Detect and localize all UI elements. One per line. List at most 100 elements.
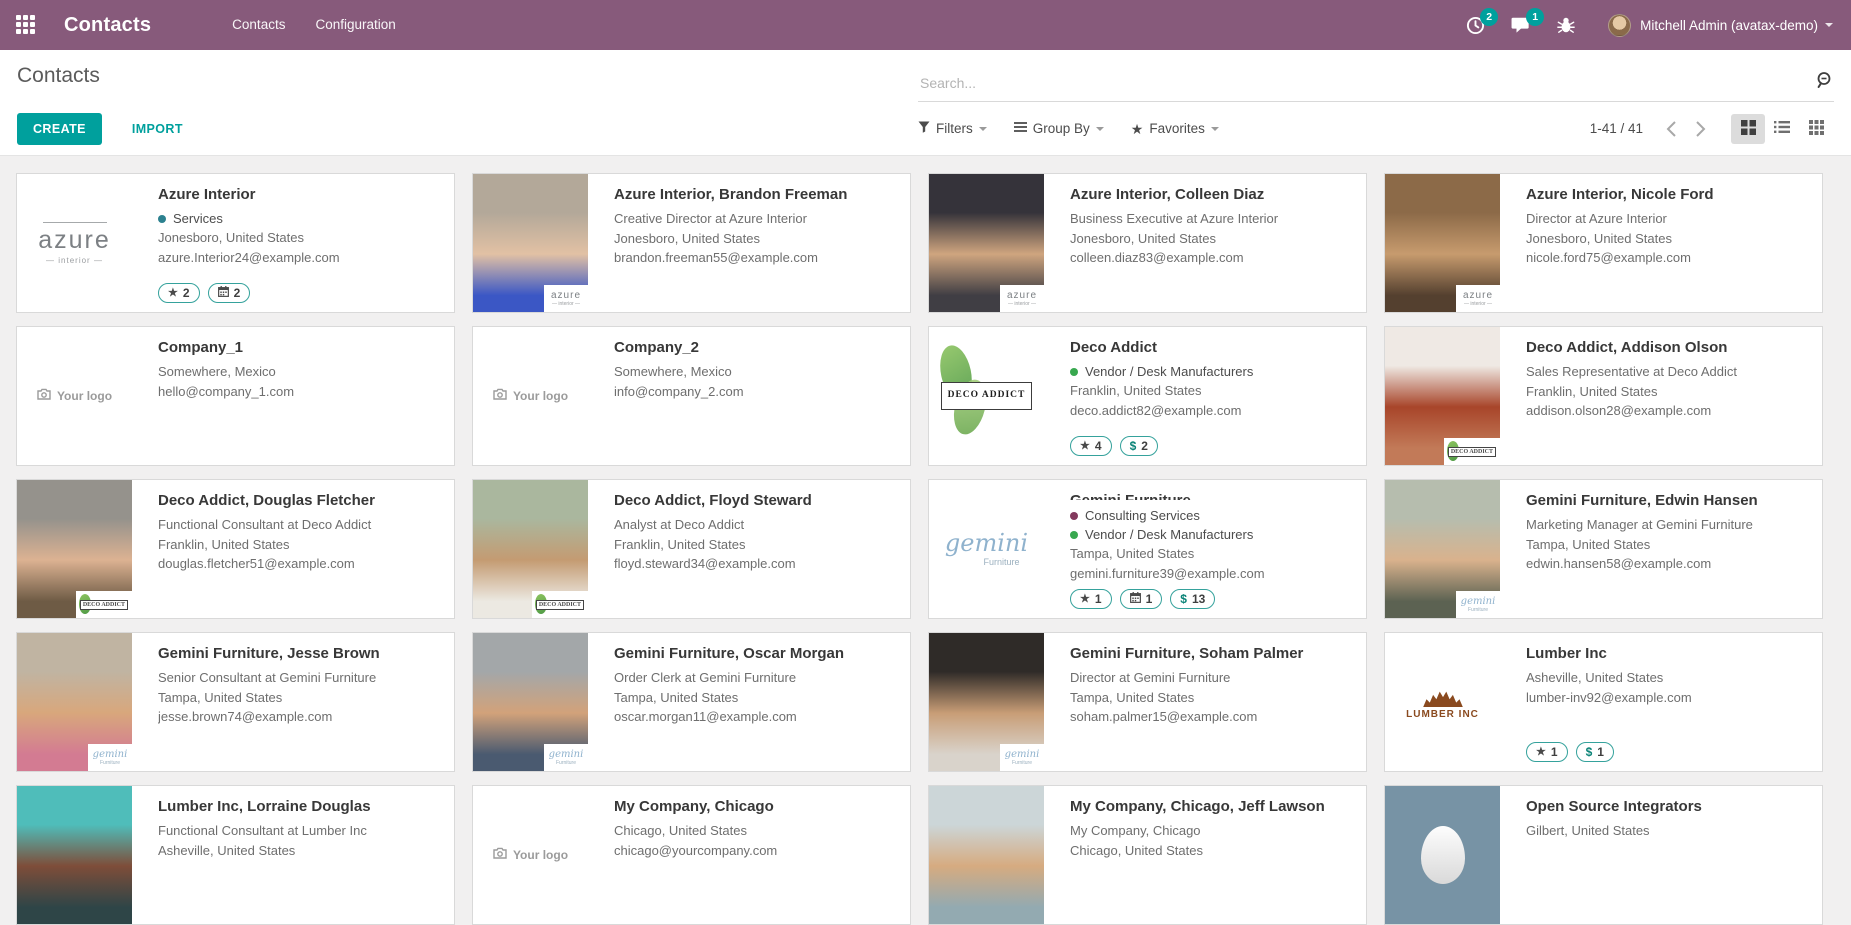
company-logo-overlay: azure— interior — <box>1456 285 1500 312</box>
contact-card[interactable]: Your logo My Company, Chicago Chicago, U… <box>472 785 911 925</box>
kanban-grid: azure— interior — Azure Interior Service… <box>16 173 1851 925</box>
search-input[interactable] <box>918 75 1814 91</box>
contact-details: Asheville, United Stateslumber-inv92@exa… <box>1526 668 1808 707</box>
contact-card[interactable]: Lumber Inc, Lorraine Douglas Functional … <box>16 785 455 925</box>
meeting-count-badge[interactable]: 1 <box>1120 589 1163 609</box>
contact-name[interactable]: Company_2 <box>614 339 896 356</box>
contact-card[interactable]: geminiFurniture Gemini Furniture Consult… <box>928 479 1367 619</box>
contact-card[interactable]: DECO ADDICT Deco Addict, Addison Olson S… <box>1384 326 1823 466</box>
debug-button[interactable] <box>1557 16 1575 34</box>
contact-name[interactable]: Gemini Furniture, Edwin Hansen <box>1526 492 1808 509</box>
apps-menu-icon[interactable] <box>16 15 36 35</box>
create-button[interactable]: CREATE <box>17 113 102 145</box>
contact-name[interactable]: My Company, Chicago, Jeff Lawson <box>1070 798 1352 815</box>
opportunity-count-badge[interactable]: $13 <box>1170 589 1215 609</box>
contact-card[interactable]: My Company, Chicago, Jeff Lawson My Comp… <box>928 785 1367 925</box>
contact-card[interactable]: Your logo Company_1 Somewhere, Mexicohel… <box>16 326 455 466</box>
contact-detail-line: floyd.steward34@example.com <box>614 554 896 574</box>
contact-card[interactable]: DECO ADDICT Deco Addict, Douglas Fletche… <box>16 479 455 619</box>
contact-card[interactable]: azure— interior — Azure Interior Service… <box>16 173 455 313</box>
contact-name[interactable]: Deco Addict <box>1070 339 1352 356</box>
contact-details: Functional Consultant at Deco AddictFran… <box>158 515 440 574</box>
company-logo: Your logo <box>17 327 132 465</box>
user-avatar[interactable] <box>1608 14 1631 37</box>
contact-card[interactable]: azure— interior — Azure Interior, Brando… <box>472 173 911 313</box>
contact-name[interactable]: Deco Addict, Floyd Steward <box>614 492 896 509</box>
contact-photo: azure— interior — <box>473 174 588 312</box>
contact-detail-line: colleen.diaz83@example.com <box>1070 248 1352 268</box>
contact-detail-line: Somewhere, Mexico <box>158 362 440 382</box>
kanban-view-button[interactable] <box>1731 114 1765 144</box>
contact-name[interactable]: Gemini Furniture, Oscar Morgan <box>614 645 896 662</box>
company-logo-overlay: azure— interior — <box>544 285 588 312</box>
contact-card[interactable]: Your logo Company_2 Somewhere, Mexicoinf… <box>472 326 911 466</box>
contact-name[interactable]: Azure Interior, Nicole Ford <box>1526 186 1808 203</box>
contact-name[interactable]: Gemini Furniture, Soham Palmer <box>1070 645 1352 662</box>
contact-detail-line: Senior Consultant at Gemini Furniture <box>158 668 440 688</box>
messages-button[interactable]: 1 <box>1511 16 1531 34</box>
search-box <box>918 64 1834 102</box>
contact-name[interactable]: My Company, Chicago <box>614 798 896 815</box>
contact-card[interactable]: LUMBER INC Lumber Inc Asheville, United … <box>1384 632 1823 772</box>
contact-name[interactable]: Azure Interior, Colleen Diaz <box>1070 186 1352 203</box>
contact-card[interactable]: DECO ADDICT Deco Addict Vendor / Desk Ma… <box>928 326 1367 466</box>
contact-name[interactable]: Lumber Inc, Lorraine Douglas <box>158 798 440 815</box>
meeting-count-badge[interactable]: 2 <box>208 283 251 303</box>
bug-icon <box>1557 16 1575 34</box>
contact-card[interactable]: geminiFurniture Gemini Furniture, Edwin … <box>1384 479 1823 619</box>
contact-detail-line: Chicago, United States <box>1070 841 1352 861</box>
user-menu-caret-icon[interactable] <box>1825 23 1833 27</box>
contact-card[interactable]: Open Source Integrators Gilbert, United … <box>1384 785 1823 925</box>
contact-name[interactable]: Company_1 <box>158 339 440 356</box>
star-count-badge[interactable]: ★2 <box>158 283 200 303</box>
contact-card[interactable]: geminiFurniture Gemini Furniture, Soham … <box>928 632 1367 772</box>
contact-name[interactable]: Deco Addict, Addison Olson <box>1526 339 1808 356</box>
list-view-button[interactable] <box>1765 114 1799 144</box>
activities-button[interactable]: 2 <box>1466 16 1485 35</box>
star-icon: ★ <box>168 288 178 299</box>
star-count-badge[interactable]: ★4 <box>1070 436 1112 456</box>
user-name[interactable]: Mitchell Admin (avatax-demo) <box>1640 18 1818 33</box>
contact-detail-line: Gilbert, United States <box>1526 821 1808 841</box>
company-logo-overlay: DECO ADDICT <box>76 591 132 618</box>
kanban-view: azure— interior — Azure Interior Service… <box>0 156 1851 925</box>
contact-name[interactable]: Azure Interior <box>158 186 440 203</box>
opportunity-count-badge[interactable]: $1 <box>1576 742 1614 762</box>
contact-name[interactable]: Lumber Inc <box>1526 645 1808 662</box>
favorites-dropdown[interactable]: ★ Favorites <box>1131 121 1219 136</box>
contact-name[interactable]: Open Source Integrators <box>1526 798 1808 815</box>
page-title: Contacts <box>0 64 918 88</box>
contact-tags: Vendor / Desk Manufacturers <box>1070 362 1352 381</box>
star-count-badge[interactable]: ★1 <box>1526 742 1568 762</box>
company-logo-overlay: DECO ADDICT <box>1444 438 1500 465</box>
pager-range: 1-41 / 41 <box>1590 121 1643 136</box>
contact-card[interactable]: azure— interior — Azure Interior, Nicole… <box>1384 173 1823 313</box>
search-icon[interactable] <box>1814 70 1834 95</box>
contact-card[interactable]: geminiFurniture Gemini Furniture, Jesse … <box>16 632 455 772</box>
star-count-badge[interactable]: ★1 <box>1070 589 1112 609</box>
nav-menu-contacts[interactable]: Contacts <box>217 0 300 50</box>
filters-dropdown[interactable]: Filters <box>918 121 987 136</box>
import-button[interactable]: IMPORT <box>126 121 189 137</box>
nav-menu-configuration[interactable]: Configuration <box>300 0 410 50</box>
opportunity-count-badge[interactable]: $2 <box>1120 436 1158 456</box>
filter-bar: Filters Group By ★ Favorites 1-41 / 41 <box>918 114 1851 144</box>
contact-detail-line: Marketing Manager at Gemini Furniture <box>1526 515 1808 535</box>
contact-name[interactable]: Gemini Furniture <box>1070 492 1352 500</box>
contact-name[interactable]: Azure Interior, Brandon Freeman <box>614 186 896 203</box>
contact-name[interactable]: Gemini Furniture, Jesse Brown <box>158 645 440 662</box>
contact-card-body: Deco Addict, Floyd Steward Analyst at De… <box>588 480 910 618</box>
pager-next-button[interactable] <box>1686 117 1715 141</box>
contact-details: Marketing Manager at Gemini FurnitureTam… <box>1526 515 1808 574</box>
contact-name[interactable]: Deco Addict, Douglas Fletcher <box>158 492 440 509</box>
group-by-dropdown[interactable]: Group By <box>1014 121 1104 136</box>
contact-details: Somewhere, Mexicohello@company_1.com <box>158 362 440 401</box>
contact-card[interactable]: azure— interior — Azure Interior, Collee… <box>928 173 1367 313</box>
contact-details: Creative Director at Azure InteriorJones… <box>614 209 896 268</box>
pager-previous-button[interactable] <box>1657 117 1686 141</box>
grid-view-button[interactable] <box>1799 114 1833 144</box>
contact-detail-line: Tampa, United States <box>1526 535 1808 555</box>
star-icon: ★ <box>1080 594 1090 605</box>
contact-card[interactable]: DECO ADDICT Deco Addict, Floyd Steward A… <box>472 479 911 619</box>
contact-card[interactable]: geminiFurniture Gemini Furniture, Oscar … <box>472 632 911 772</box>
